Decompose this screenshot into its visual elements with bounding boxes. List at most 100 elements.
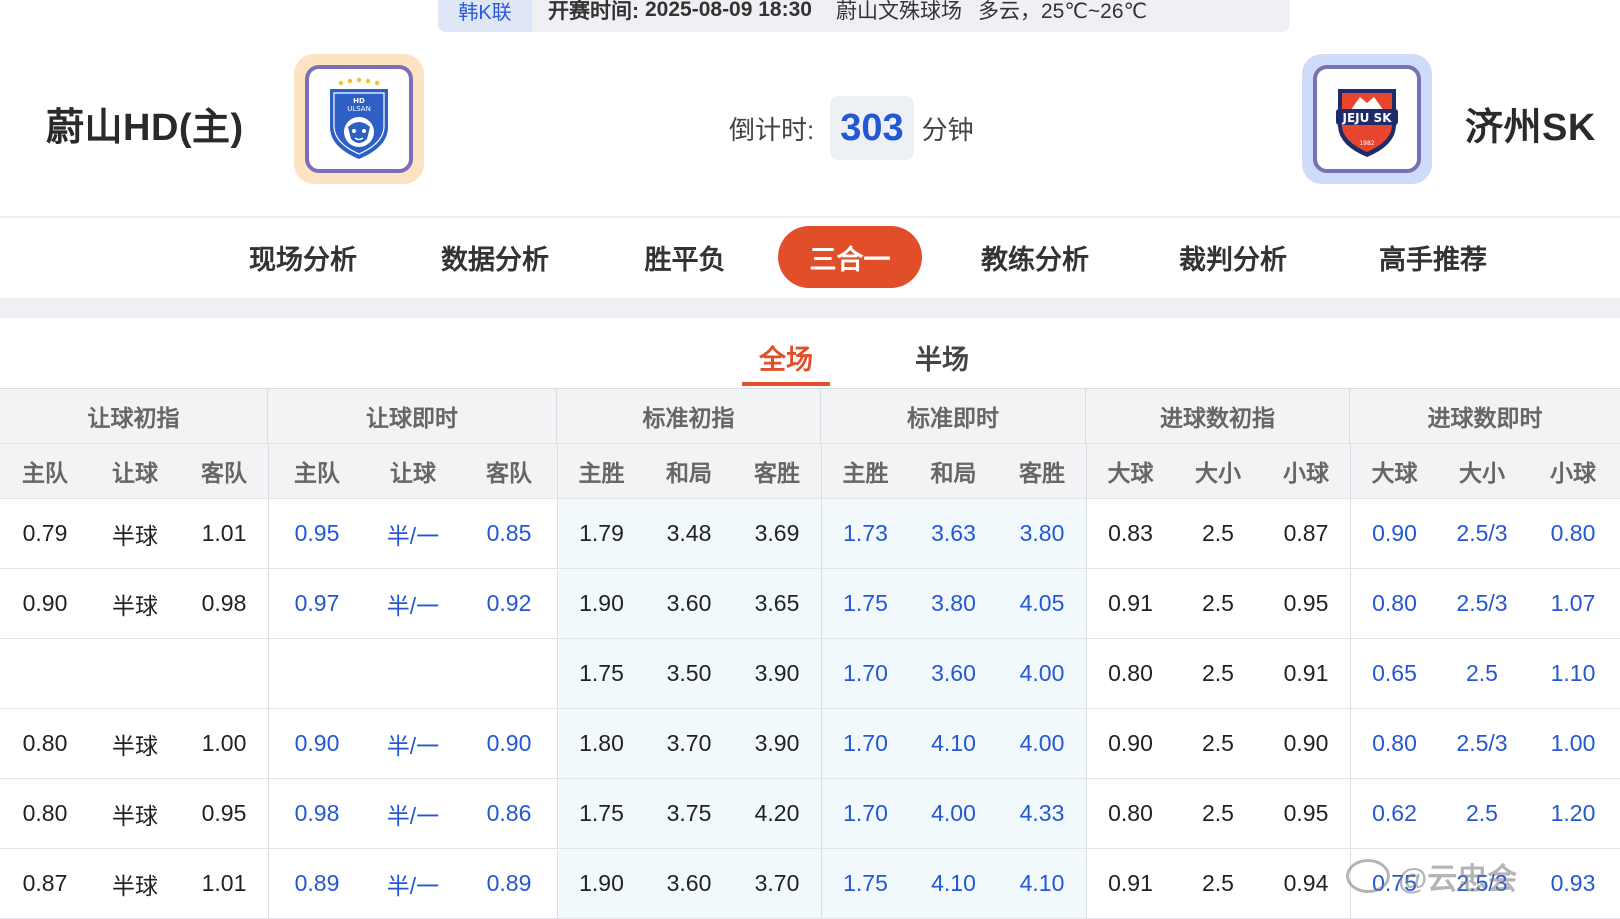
odds-cell[interactable]: 3.60 (909, 639, 998, 708)
odds-cell[interactable]: 0.91 (1086, 569, 1174, 638)
tab-full-time[interactable]: 全场 (742, 338, 830, 386)
odds-cell[interactable]: 4.00 (909, 779, 998, 848)
odds-cell[interactable]: 0.90 (0, 569, 90, 638)
odds-cell[interactable]: 0.90 (461, 709, 557, 778)
odds-cell[interactable]: 1.90 (557, 569, 645, 638)
odds-cell[interactable]: 0.97 (268, 569, 365, 638)
odds-cell[interactable]: 2.5 (1174, 779, 1262, 848)
odds-cell[interactable]: 半/一 (365, 569, 461, 638)
odds-cell[interactable]: 4.00 (998, 709, 1086, 778)
odds-cell[interactable]: 半/一 (365, 709, 461, 778)
away-team-name[interactable]: 济州SK (1465, 96, 1596, 151)
odds-cell[interactable]: 4.20 (733, 779, 821, 848)
odds-cell[interactable]: 1.70 (821, 709, 909, 778)
odds-cell[interactable]: 0.94 (1262, 849, 1350, 918)
odds-cell[interactable]: 0.95 (1262, 779, 1350, 848)
odds-cell[interactable]: 0.80 (1086, 639, 1174, 708)
odds-cell[interactable]: 4.00 (998, 639, 1086, 708)
odds-cell[interactable]: 3.90 (733, 639, 821, 708)
odds-cell[interactable]: 0.90 (1350, 499, 1438, 568)
odds-cell[interactable] (180, 639, 268, 708)
odds-cell[interactable]: 3.70 (645, 709, 733, 778)
odds-cell[interactable]: 1.70 (821, 779, 909, 848)
odds-cell[interactable]: 0.80 (0, 779, 90, 848)
odds-cell[interactable]: 2.5 (1174, 849, 1262, 918)
odds-cell[interactable]: 2.5 (1174, 639, 1262, 708)
odds-cell[interactable]: 3.50 (645, 639, 733, 708)
odds-cell[interactable]: 1.75 (821, 569, 909, 638)
nav-item-coach-analysis[interactable]: 教练分析 (958, 226, 1112, 288)
odds-cell[interactable]: 0.87 (0, 849, 90, 918)
tab-half-time[interactable]: 半场 (898, 338, 986, 386)
odds-cell[interactable]: 2.5 (1174, 709, 1262, 778)
odds-cell[interactable]: 3.90 (733, 709, 821, 778)
home-team-logo[interactable]: HD ULSAN (294, 54, 424, 184)
odds-cell[interactable]: 3.63 (909, 499, 998, 568)
odds-cell[interactable]: 1.20 (1526, 779, 1620, 848)
odds-cell[interactable]: 0.95 (180, 779, 268, 848)
table-row[interactable]: 0.87 半球 1.01 0.89 半/一 0.89 1.90 3.60 3.70 1.75 4.1… (0, 849, 1620, 919)
table-row[interactable]: 0.90 半球 0.98 0.97 半/一 0.92 1.90 3.60 3.65 1.75 3.8… (0, 569, 1620, 639)
odds-cell[interactable]: 2.5 (1438, 779, 1526, 848)
odds-cell[interactable]: 2.5 (1174, 569, 1262, 638)
odds-cell[interactable]: 0.80 (1350, 709, 1438, 778)
odds-cell[interactable]: 0.92 (461, 569, 557, 638)
odds-cell[interactable]: 半/一 (365, 779, 461, 848)
odds-cell[interactable]: 3.48 (645, 499, 733, 568)
odds-cell[interactable]: 3.69 (733, 499, 821, 568)
odds-cell[interactable]: 0.80 (1350, 569, 1438, 638)
odds-cell[interactable]: 0.95 (268, 499, 365, 568)
odds-cell[interactable]: 0.65 (1350, 639, 1438, 708)
odds-cell[interactable]: 0.89 (461, 849, 557, 918)
odds-cell[interactable]: 1.73 (821, 499, 909, 568)
odds-cell[interactable]: 半球 (90, 499, 180, 568)
table-row[interactable]: 0.79 半球 1.01 0.95 半/一 0.85 1.79 3.48 3.69 1.73 3.6… (0, 499, 1620, 569)
odds-cell[interactable]: 0.91 (1086, 849, 1174, 918)
odds-cell[interactable]: 1.70 (821, 639, 909, 708)
odds-cell[interactable]: 0.93 (1526, 849, 1620, 918)
odds-cell[interactable] (365, 639, 461, 708)
odds-cell[interactable]: 1.75 (557, 779, 645, 848)
odds-cell[interactable]: 2.5 (1438, 639, 1526, 708)
odds-cell[interactable]: 0.80 (1086, 779, 1174, 848)
odds-cell[interactable]: 3.60 (645, 849, 733, 918)
odds-cell[interactable]: 3.80 (909, 569, 998, 638)
odds-cell[interactable]: 2.5 (1174, 499, 1262, 568)
odds-cell[interactable]: 3.65 (733, 569, 821, 638)
odds-cell[interactable]: 半/一 (365, 849, 461, 918)
odds-cell[interactable]: 1.80 (557, 709, 645, 778)
odds-cell[interactable]: 2.5/3 (1438, 499, 1526, 568)
odds-cell[interactable]: 3.60 (645, 569, 733, 638)
odds-cell[interactable]: 2.5/3 (1438, 569, 1526, 638)
odds-cell[interactable]: 1.10 (1526, 639, 1620, 708)
odds-cell[interactable]: 3.75 (645, 779, 733, 848)
table-row[interactable]: 0.80 半球 0.95 0.98 半/一 0.86 1.75 3.75 4.20 1.70 4.0… (0, 779, 1620, 849)
odds-cell[interactable]: 4.10 (909, 849, 998, 918)
odds-cell[interactable]: 1.00 (180, 709, 268, 778)
odds-cell[interactable]: 1.90 (557, 849, 645, 918)
league-tag[interactable]: 韩K联 (438, 0, 532, 32)
odds-cell[interactable] (0, 639, 90, 708)
odds-cell[interactable]: 2.5/3 (1438, 709, 1526, 778)
odds-cell[interactable] (268, 639, 365, 708)
home-team-name[interactable]: 蔚山HD(主) (46, 96, 244, 151)
odds-cell[interactable]: 半球 (90, 709, 180, 778)
odds-cell[interactable]: 0.90 (1262, 709, 1350, 778)
odds-cell[interactable]: 0.79 (0, 499, 90, 568)
odds-cell[interactable]: 半/一 (365, 499, 461, 568)
odds-cell[interactable]: 1.75 (557, 639, 645, 708)
odds-cell[interactable]: 0.89 (268, 849, 365, 918)
nav-item-live-analysis[interactable]: 现场分析 (226, 226, 380, 288)
odds-cell[interactable]: 1.79 (557, 499, 645, 568)
table-row[interactable]: 1.75 3.50 3.90 1.70 3.60 4.00 0.80 2.5 0.91 0.65 2… (0, 639, 1620, 709)
nav-item-referee-analysis[interactable]: 裁判分析 (1156, 226, 1310, 288)
odds-cell[interactable] (461, 639, 557, 708)
nav-item-win-draw-lose[interactable]: 胜平负 (620, 226, 750, 288)
odds-cell[interactable]: 0.83 (1086, 499, 1174, 568)
odds-cell[interactable]: 0.85 (461, 499, 557, 568)
odds-cell[interactable]: 1.00 (1526, 709, 1620, 778)
odds-cell[interactable]: 0.62 (1350, 779, 1438, 848)
odds-cell[interactable]: 半球 (90, 849, 180, 918)
odds-cell[interactable]: 0.90 (1086, 709, 1174, 778)
odds-cell[interactable]: 4.10 (909, 709, 998, 778)
